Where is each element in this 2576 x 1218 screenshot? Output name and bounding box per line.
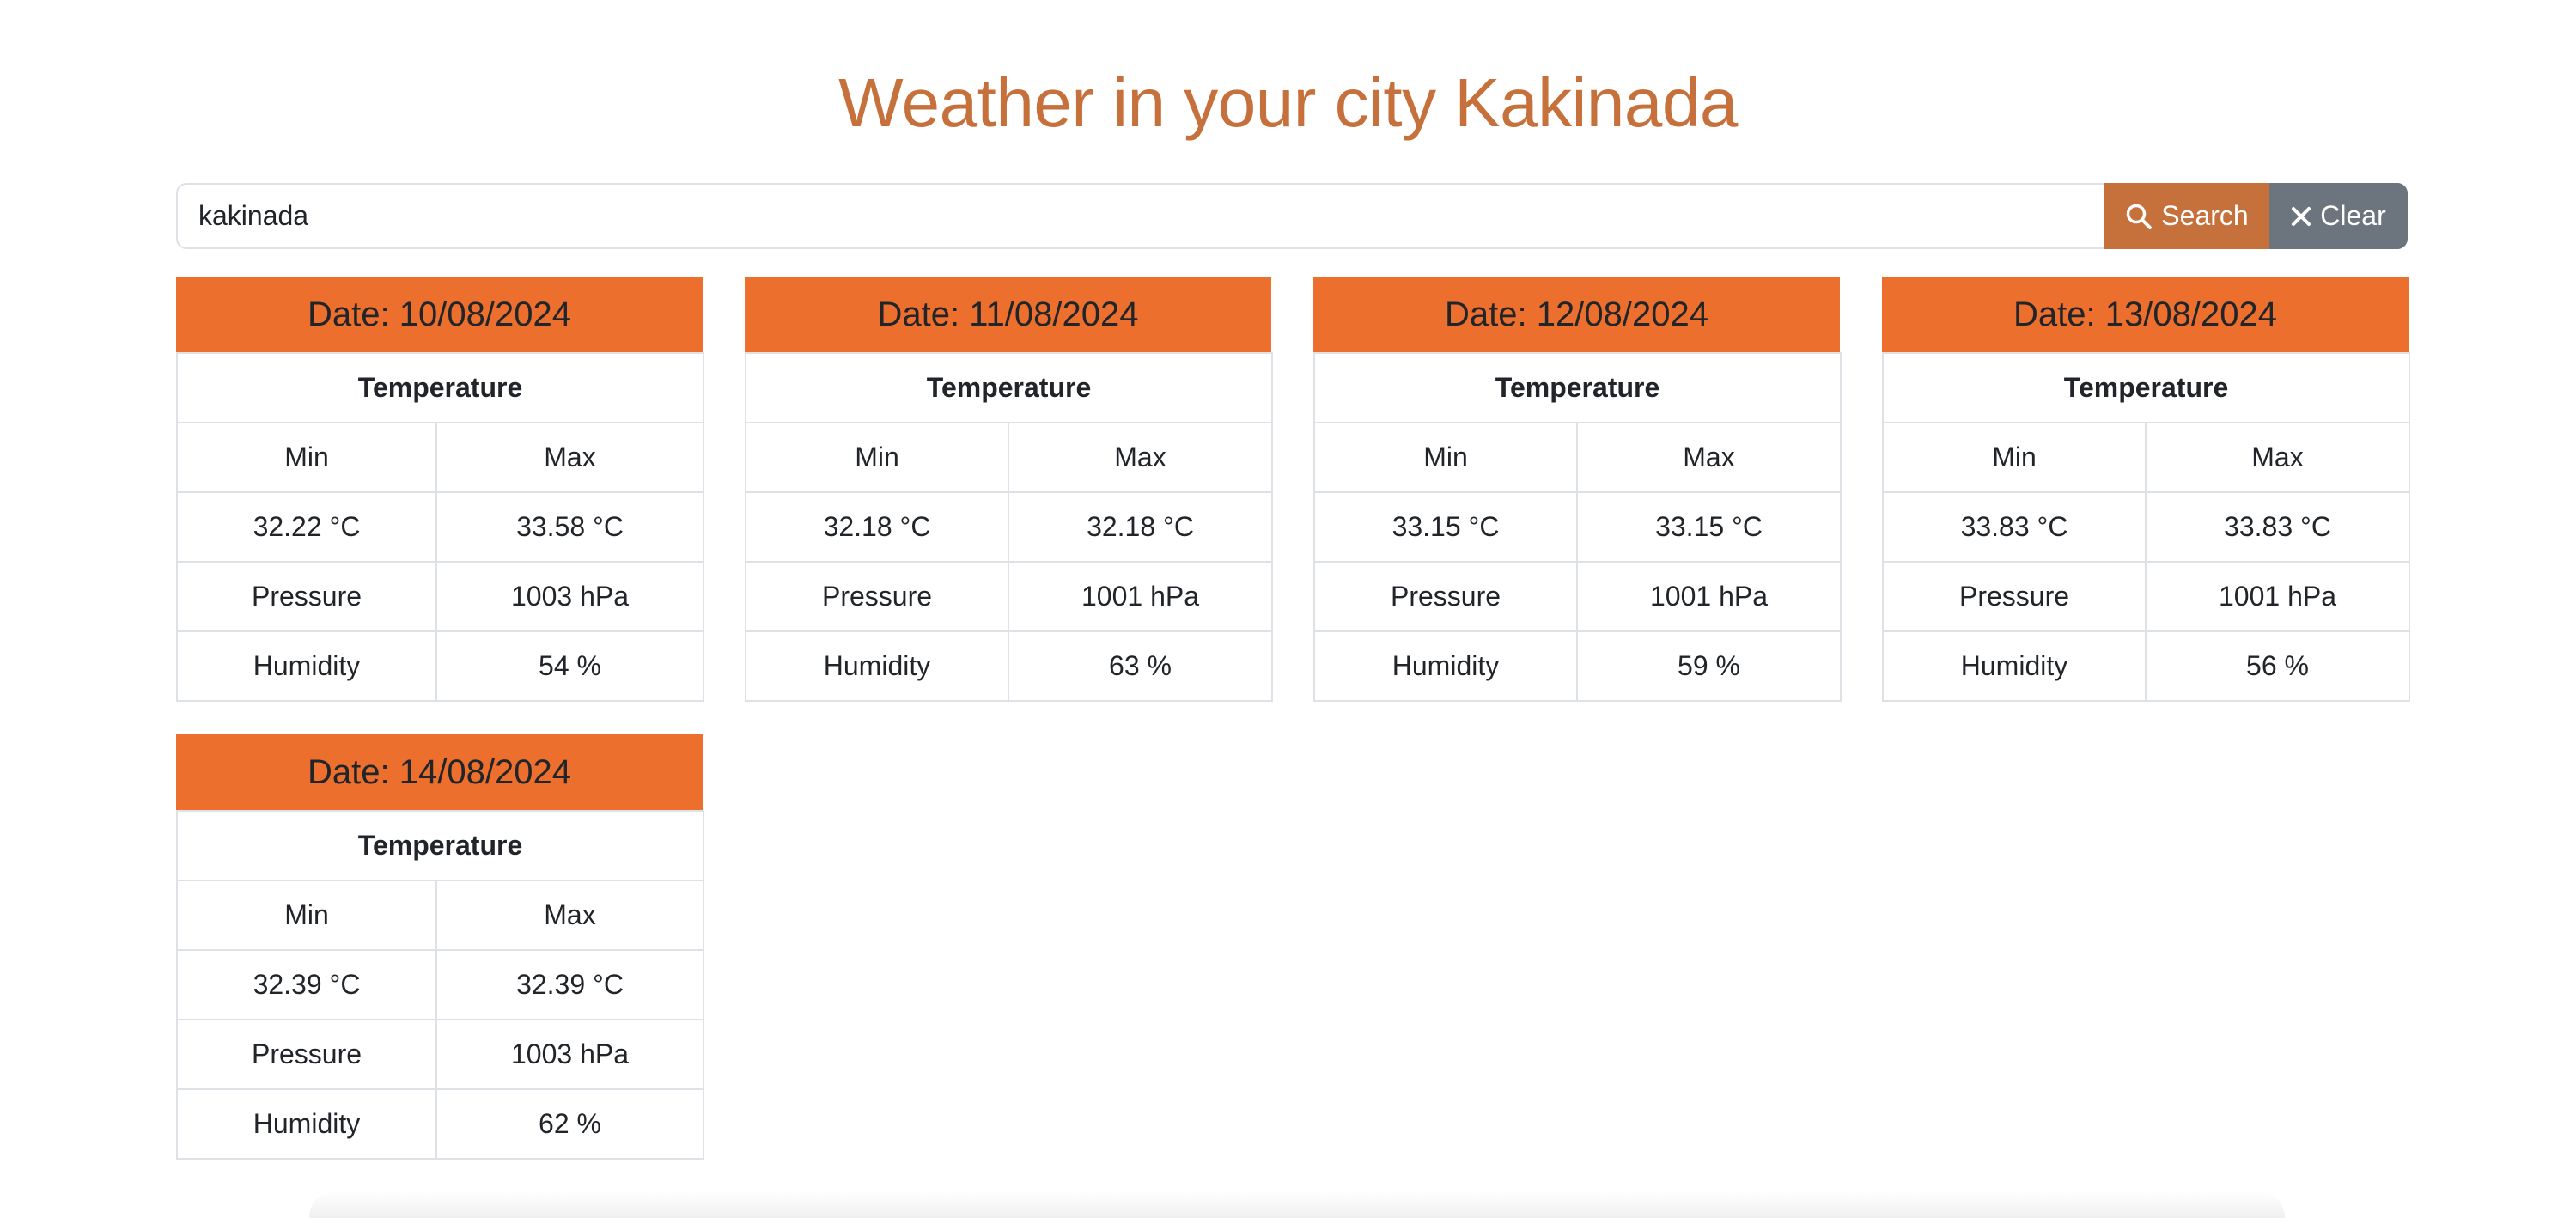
min-temperature-value: 32.22 °C	[176, 491, 437, 563]
humidity-value: 62 %	[435, 1088, 704, 1160]
close-icon	[2291, 206, 2311, 227]
temperature-heading: Temperature	[1313, 352, 1842, 423]
max-temperature-value: 32.18 °C	[1008, 491, 1273, 563]
humidity-value: 63 %	[1008, 630, 1273, 702]
humidity-label: Humidity	[1313, 630, 1578, 702]
pressure-value: 1001 hPa	[1008, 561, 1273, 632]
min-label: Min	[176, 880, 437, 951]
forecast-table: Temperature Min Max 32.22 °C 33.58 °C Pr…	[176, 352, 704, 702]
max-label: Max	[435, 880, 704, 951]
pressure-label: Pressure	[745, 561, 1009, 632]
clear-button-label: Clear	[2320, 200, 2386, 231]
temperature-heading: Temperature	[1882, 352, 2410, 423]
humidity-value: 56 %	[2145, 630, 2410, 702]
temperature-heading: Temperature	[745, 352, 1273, 423]
forecast-table: Temperature Min Max 32.18 °C 32.18 °C Pr…	[745, 352, 1273, 702]
pressure-value: 1001 hPa	[2145, 561, 2410, 632]
pressure-value: 1003 hPa	[435, 1019, 704, 1090]
forecast-card: Date: 13/08/2024 Temperature Min Max 33.…	[1882, 277, 2410, 702]
forecast-card: Date: 11/08/2024 Temperature Min Max 32.…	[745, 277, 1273, 702]
max-temperature-value: 32.39 °C	[435, 949, 704, 1020]
min-label: Min	[1882, 422, 2147, 493]
card-date-header: Date: 10/08/2024	[176, 277, 703, 352]
temperature-heading: Temperature	[176, 810, 704, 881]
forecast-table: Temperature Min Max 33.83 °C 33.83 °C Pr…	[1882, 352, 2410, 702]
clear-button[interactable]: Clear	[2269, 183, 2408, 249]
pressure-label: Pressure	[176, 1019, 437, 1090]
footer-shadow	[309, 1190, 2285, 1218]
weather-app: Weather in your city Kakinada Search Cle…	[0, 0, 2576, 1218]
pressure-value: 1001 hPa	[1576, 561, 1842, 632]
min-temperature-value: 33.15 °C	[1313, 491, 1578, 563]
max-label: Max	[1576, 422, 1842, 493]
max-label: Max	[435, 422, 704, 493]
humidity-label: Humidity	[176, 1088, 437, 1160]
max-temperature-value: 33.83 °C	[2145, 491, 2410, 563]
min-label: Min	[176, 422, 437, 493]
search-button[interactable]: Search	[2104, 183, 2269, 249]
card-date-header: Date: 12/08/2024	[1313, 277, 1840, 352]
humidity-value: 59 %	[1576, 630, 1842, 702]
min-label: Min	[1313, 422, 1578, 493]
pressure-value: 1003 hPa	[435, 561, 704, 632]
pressure-label: Pressure	[1882, 561, 2147, 632]
forecast-card: Date: 14/08/2024 Temperature Min Max 32.…	[176, 734, 704, 1160]
humidity-label: Humidity	[176, 630, 437, 702]
pressure-label: Pressure	[1313, 561, 1578, 632]
forecast-card: Date: 12/08/2024 Temperature Min Max 33.…	[1313, 277, 1842, 702]
search-button-label: Search	[2161, 200, 2249, 231]
page-title: Weather in your city Kakinada	[838, 64, 1738, 141]
city-search-input[interactable]	[176, 183, 2104, 249]
min-temperature-value: 32.18 °C	[745, 491, 1009, 563]
max-temperature-value: 33.58 °C	[435, 491, 704, 563]
forecast-card: Date: 10/08/2024 Temperature Min Max 32.…	[176, 277, 704, 702]
min-temperature-value: 33.83 °C	[1882, 491, 2147, 563]
search-bar: Search Clear	[176, 183, 2408, 249]
forecast-table: Temperature Min Max 32.39 °C 32.39 °C Pr…	[176, 810, 704, 1160]
pressure-label: Pressure	[176, 561, 437, 632]
search-icon	[2125, 203, 2153, 230]
max-label: Max	[2145, 422, 2410, 493]
humidity-label: Humidity	[745, 630, 1009, 702]
humidity-value: 54 %	[435, 630, 704, 702]
card-date-header: Date: 13/08/2024	[1882, 277, 2409, 352]
max-temperature-value: 33.15 °C	[1576, 491, 1842, 563]
forecast-table: Temperature Min Max 33.15 °C 33.15 °C Pr…	[1313, 352, 1842, 702]
temperature-heading: Temperature	[176, 352, 704, 423]
max-label: Max	[1008, 422, 1273, 493]
card-date-header: Date: 14/08/2024	[176, 734, 703, 810]
min-temperature-value: 32.39 °C	[176, 949, 437, 1020]
humidity-label: Humidity	[1882, 630, 2147, 702]
card-date-header: Date: 11/08/2024	[745, 277, 1271, 352]
min-label: Min	[745, 422, 1009, 493]
